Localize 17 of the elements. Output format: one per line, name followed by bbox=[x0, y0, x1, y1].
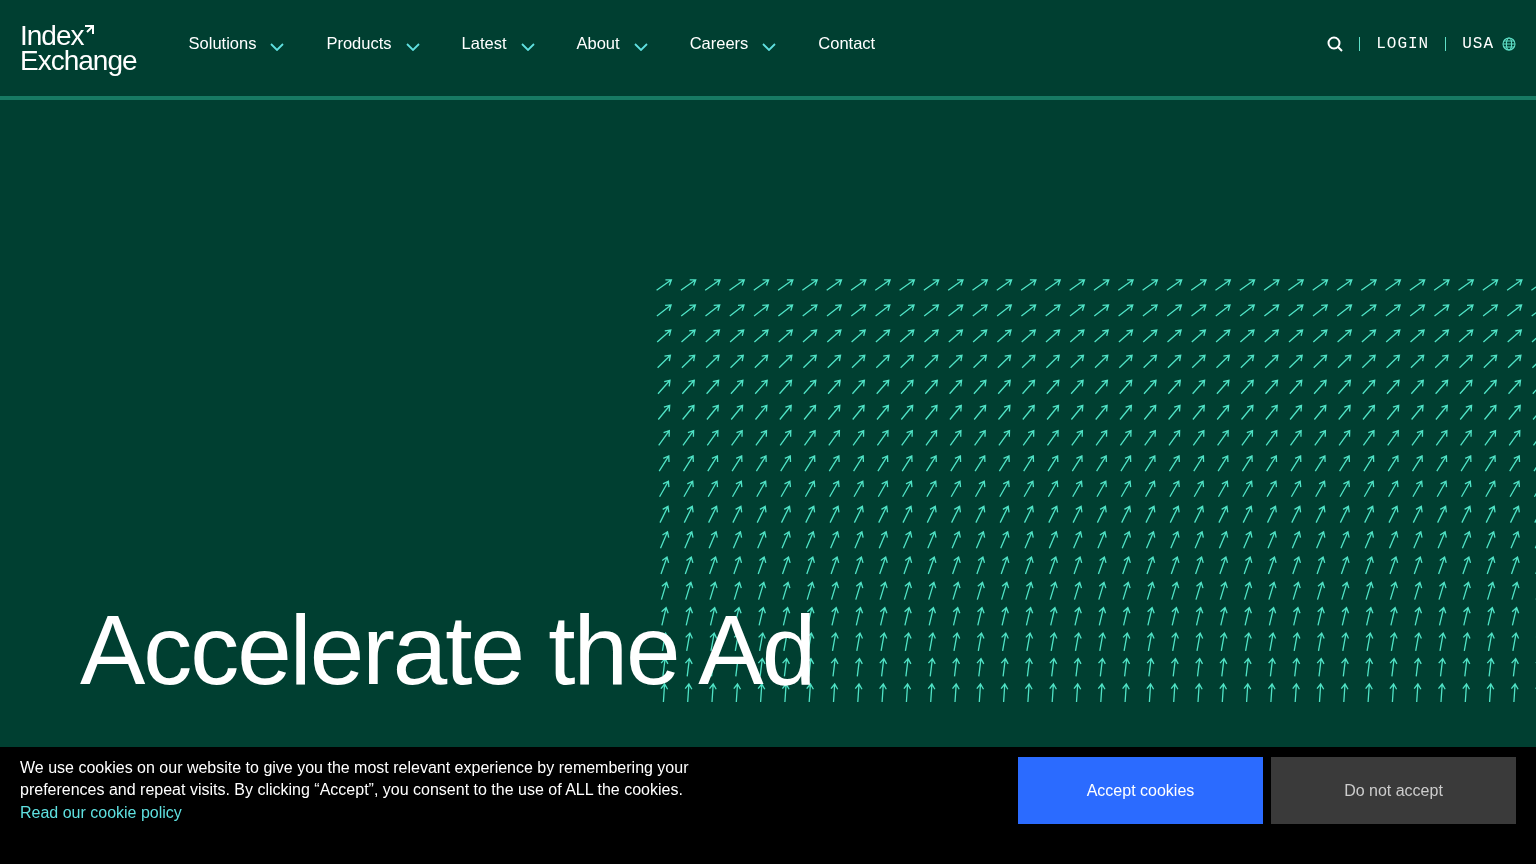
decline-button[interactable]: Do not accept bbox=[1271, 757, 1516, 824]
nav-link[interactable]: Careers bbox=[689, 30, 777, 56]
hero-heading: Accelerate the Ad bbox=[80, 600, 816, 700]
globe-icon[interactable] bbox=[1502, 37, 1516, 51]
arrow-icon bbox=[83, 24, 94, 35]
nav-link[interactable]: About bbox=[576, 30, 648, 56]
cookie-message: We use cookies on our website to give you the most relevant experience by remembering your preferences and repeat visits. By clicking “Accept”, you consent to the use of ALL the cookies. bbox=[20, 758, 690, 800]
nav-link[interactable]: Solutions bbox=[188, 30, 285, 56]
login-link[interactable]: LOGIN bbox=[1376, 32, 1430, 56]
search-icon[interactable] bbox=[1327, 36, 1344, 52]
nav-link[interactable]: Latest bbox=[461, 30, 535, 56]
nav-link[interactable]: Products bbox=[326, 30, 420, 56]
nav-link[interactable]: Contact bbox=[818, 30, 876, 56]
region-link[interactable]: USA bbox=[1462, 32, 1494, 56]
cookie-policy-link[interactable]: Read our cookie policy bbox=[20, 804, 182, 821]
logo[interactable]: Index Exchange bbox=[20, 22, 141, 74]
accept-button[interactable]: Accept cookies bbox=[1018, 757, 1263, 824]
